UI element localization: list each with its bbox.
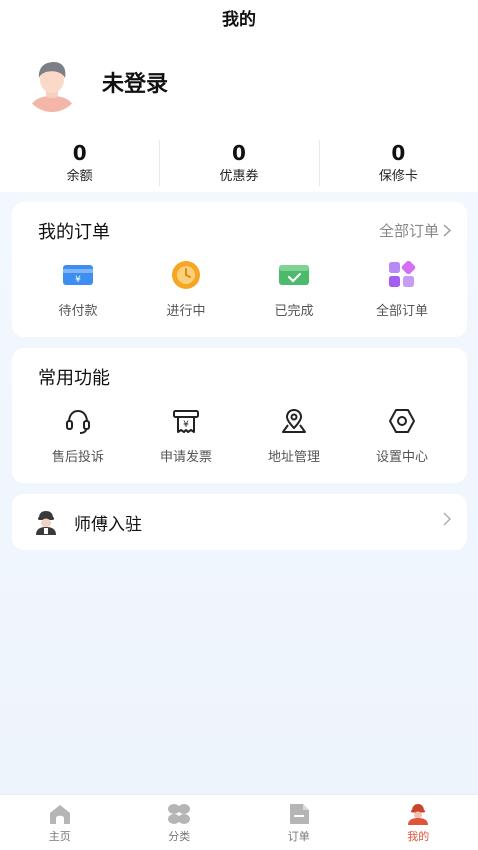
wallet-icon: ¥ (63, 260, 93, 290)
tab-label: 主页 (48, 830, 71, 843)
stats-bar: 0 余额 0 优惠券 0 保修卡 (0, 138, 478, 188)
technician-icon (36, 511, 56, 535)
settings-hex-icon (387, 406, 417, 436)
order-in-progress[interactable]: 进行中 (132, 260, 240, 319)
stat-balance[interactable]: 0 余额 (0, 138, 159, 188)
tab-label: 分类 (168, 830, 191, 843)
location-icon (279, 406, 309, 436)
clock-icon (171, 260, 201, 290)
home-icon (49, 805, 70, 824)
stat-warranty[interactable]: 0 保修卡 (318, 138, 478, 188)
functions-card: 常用功能 售后投诉 ¥ 申请发票 地址管理 设置中心 (12, 348, 467, 483)
order-item-label: 全部订单 (375, 304, 428, 319)
technician-join-row[interactable]: 师傅入驻 (12, 494, 467, 550)
tab-category[interactable]: 分类 (120, 795, 240, 850)
order-item-label: 进行中 (166, 304, 206, 319)
orders-title: 我的订单 (38, 222, 110, 243)
order-all[interactable]: 全部订单 (348, 260, 456, 319)
stat-label: 优惠券 (219, 169, 259, 184)
chevron-right-icon (443, 512, 451, 526)
category-icon (168, 804, 191, 824)
function-item-label: 申请发票 (159, 450, 212, 465)
stat-label: 保修卡 (378, 169, 418, 184)
svg-text:¥: ¥ (75, 275, 81, 285)
order-item-label: 待付款 (58, 304, 98, 319)
page-title: 我的 (222, 10, 256, 30)
orders-card: 我的订单 全部订单 ¥ 待付款 进行中 已完成 全部订单 (12, 202, 467, 337)
function-item-label: 售后投诉 (51, 450, 104, 465)
technician-join-label: 师傅入驻 (74, 514, 142, 535)
stat-label: 余额 (66, 169, 93, 184)
tab-label: 订单 (287, 830, 310, 843)
bottom-tab-bar: 主页 分类 订单 我的 (0, 794, 478, 850)
tab-profile[interactable]: 我的 (359, 795, 478, 850)
check-card-icon (279, 260, 309, 290)
profile-header: 我的 未登录 0 余额 0 优惠券 0 保修卡 (0, 0, 478, 192)
profile-icon (408, 804, 429, 825)
functions-grid: 售后投诉 ¥ 申请发票 地址管理 设置中心 (12, 406, 467, 465)
username-label[interactable]: 未登录 (102, 66, 168, 98)
functions-title: 常用功能 (38, 368, 110, 389)
order-pending-payment[interactable]: ¥ 待付款 (24, 260, 132, 319)
orders-grid: ¥ 待付款 进行中 已完成 全部订单 (12, 260, 467, 319)
chevron-right-icon (443, 224, 451, 237)
stat-coupons[interactable]: 0 优惠券 (159, 138, 318, 188)
tab-orders[interactable]: 订单 (239, 795, 359, 850)
order-completed[interactable]: 已完成 (240, 260, 348, 319)
svg-text:¥: ¥ (183, 420, 189, 430)
headset-icon (63, 406, 93, 436)
invoice-icon: ¥ (171, 406, 201, 436)
function-address[interactable]: 地址管理 (240, 406, 348, 465)
function-settings[interactable]: 设置中心 (348, 406, 456, 465)
stat-value: 0 (232, 141, 246, 165)
order-icon (289, 804, 309, 824)
user-avatar-icon[interactable] (24, 56, 80, 112)
all-orders-link[interactable]: 全部订单 (379, 220, 451, 241)
function-item-label: 设置中心 (375, 450, 428, 465)
grid-apps-icon (387, 260, 417, 290)
stat-value: 0 (391, 141, 406, 165)
stat-value: 0 (72, 141, 87, 165)
order-item-label: 已完成 (274, 304, 314, 319)
function-invoice[interactable]: ¥ 申请发票 (132, 406, 240, 465)
tab-home[interactable]: 主页 (0, 795, 120, 850)
function-after-sales[interactable]: 售后投诉 (24, 406, 132, 465)
all-orders-label: 全部订单 (378, 222, 439, 240)
tab-label: 我的 (407, 830, 430, 843)
function-item-label: 地址管理 (267, 450, 320, 465)
